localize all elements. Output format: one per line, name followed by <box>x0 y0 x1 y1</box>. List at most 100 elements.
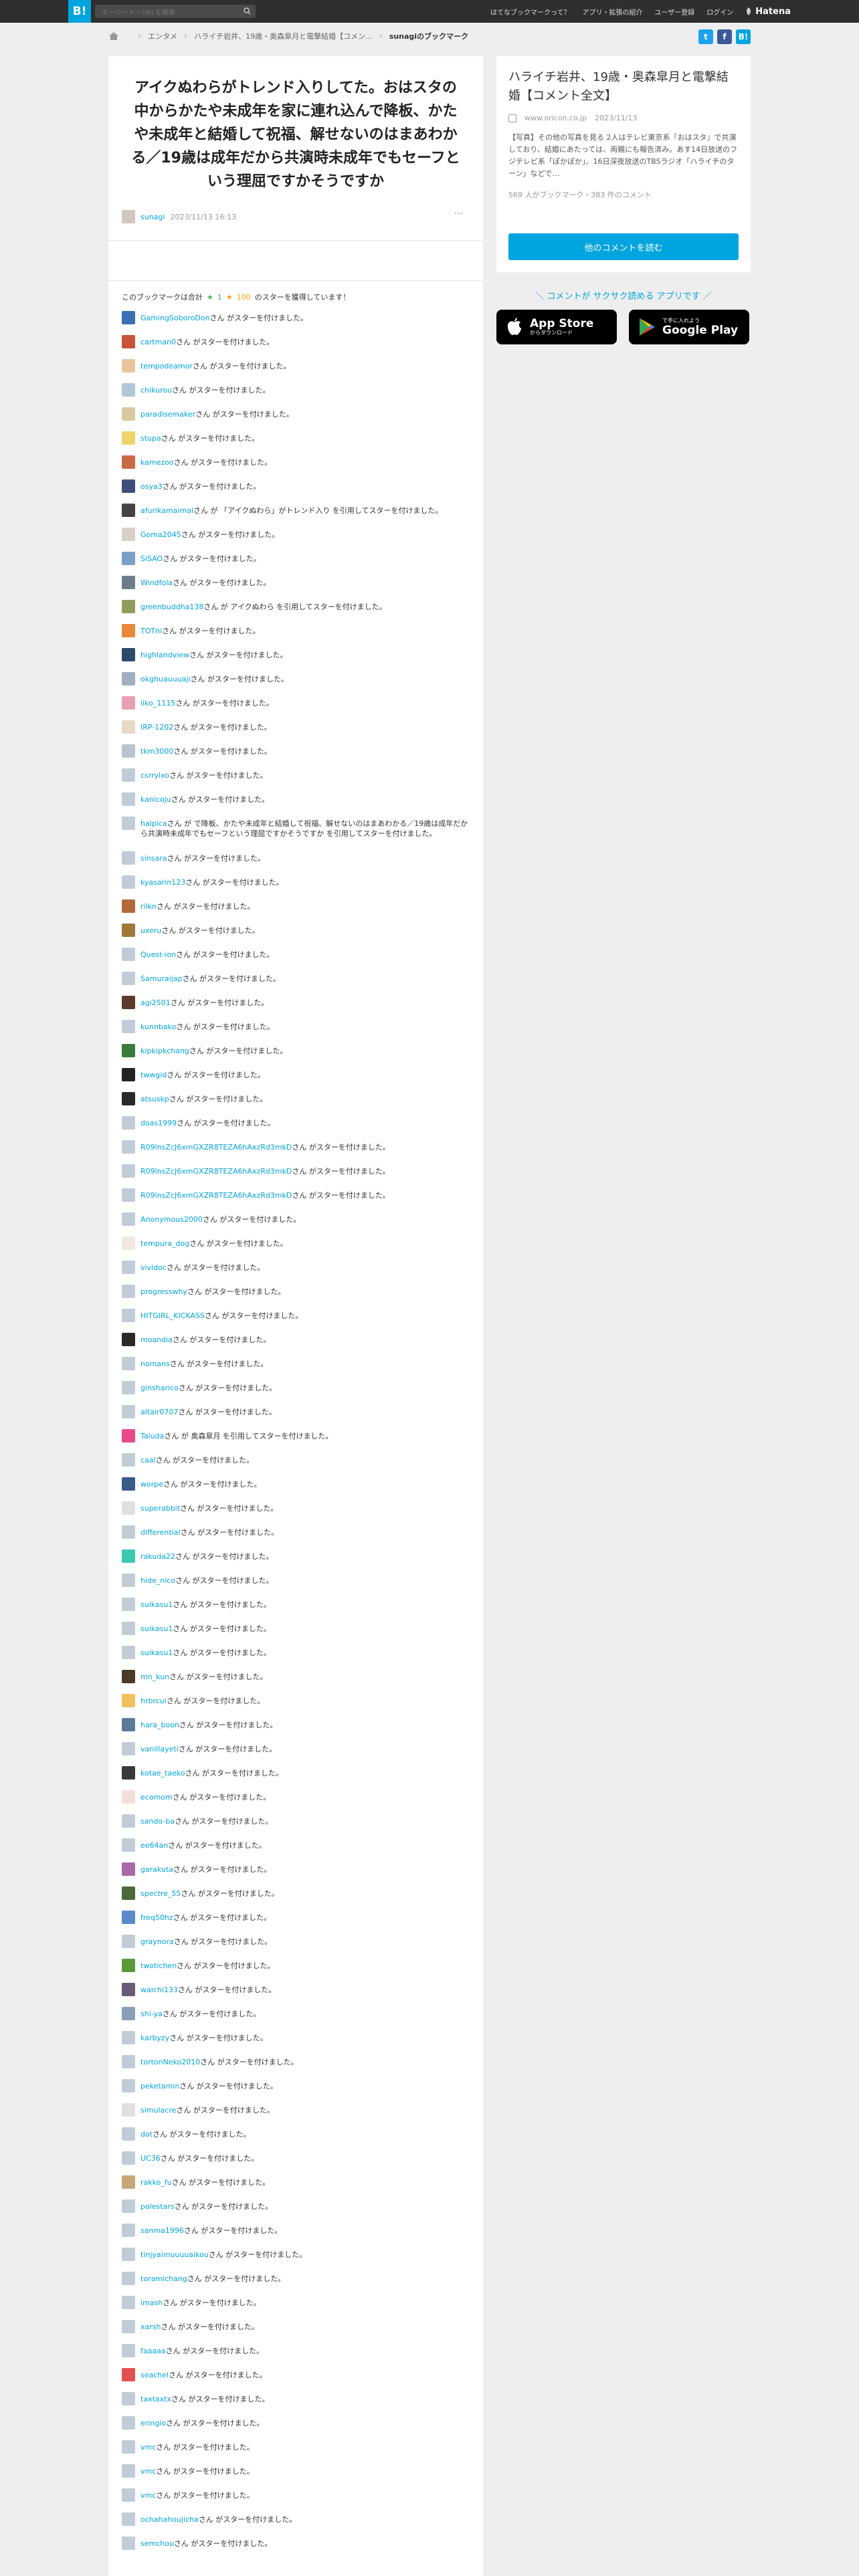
hatena-brand-link[interactable]: Hatena <box>745 7 791 17</box>
avatar[interactable] <box>122 792 135 806</box>
star-username[interactable]: kamezoo <box>140 458 174 467</box>
star-username[interactable]: hara_boon <box>140 1721 179 1729</box>
star-username[interactable]: simulacre <box>140 2106 176 2115</box>
entry-domain[interactable]: www.oricon.co.jp <box>524 114 587 122</box>
avatar[interactable] <box>122 1694 135 1707</box>
star-username[interactable]: twwgid <box>140 1071 167 1079</box>
star-username[interactable]: spectre_55 <box>140 1889 181 1898</box>
avatar[interactable] <box>122 2488 135 2502</box>
avatar[interactable] <box>122 2151 135 2165</box>
avatar[interactable] <box>122 1140 135 1154</box>
star-username[interactable]: mn_kun <box>140 1673 169 1681</box>
avatar[interactable] <box>122 335 135 348</box>
avatar[interactable] <box>122 648 135 661</box>
star-username[interactable]: worpe <box>140 1480 163 1489</box>
avatar[interactable] <box>122 1646 135 1659</box>
star-username[interactable]: paradisemaker <box>140 410 195 419</box>
star-username[interactable]: GamingSoboroDon <box>140 314 210 322</box>
avatar[interactable] <box>122 1381 135 1394</box>
avatar[interactable] <box>122 720 135 734</box>
avatar[interactable] <box>122 1068 135 1081</box>
avatar[interactable] <box>122 1453 135 1467</box>
avatar[interactable] <box>122 1333 135 1346</box>
nav-about[interactable]: はてなブックマークって？ <box>490 7 571 17</box>
avatar[interactable] <box>122 899 135 913</box>
star-username[interactable]: kipkipkchang <box>140 1047 189 1055</box>
avatar[interactable] <box>122 2248 135 2261</box>
star-username[interactable]: ochahahoujicha <box>140 2515 199 2524</box>
avatar[interactable] <box>122 2031 135 2044</box>
breadcrumb-category[interactable]: エンタメ <box>148 31 177 41</box>
avatar[interactable] <box>122 1188 135 1202</box>
star-username[interactable]: graynora <box>140 1937 174 1946</box>
avatar[interactable] <box>122 1429 135 1442</box>
star-username[interactable]: hide_nico <box>140 1576 175 1585</box>
avatar[interactable] <box>122 407 135 421</box>
star-username[interactable]: kotae_taeko <box>140 1769 185 1778</box>
avatar[interactable] <box>122 1622 135 1635</box>
star-username[interactable]: sinsara <box>140 854 167 863</box>
avatar[interactable] <box>122 924 135 937</box>
star-username[interactable]: tempura_dog <box>140 1239 189 1248</box>
app-store-badge[interactable]: App Store からダウンロード <box>496 310 617 344</box>
avatar[interactable] <box>122 948 135 961</box>
star-username[interactable]: vanillayeti <box>140 1745 179 1753</box>
avatar[interactable] <box>122 672 135 685</box>
star-username[interactable]: okghuauuuaji <box>140 675 191 683</box>
star-username[interactable]: polestars <box>140 2202 175 2211</box>
star-username[interactable]: xarsh <box>140 2323 161 2331</box>
avatar[interactable] <box>122 2103 135 2117</box>
bookmark-date[interactable]: 2023/11/13 16:13 <box>170 213 236 221</box>
avatar[interactable] <box>122 1477 135 1491</box>
star-username[interactable]: tempodeamor <box>140 362 193 370</box>
star-username[interactable]: suikasu1 <box>140 1600 173 1609</box>
star-username[interactable]: afurikamaimai <box>140 506 193 515</box>
star-username[interactable]: hrbrcui <box>140 1697 167 1705</box>
avatar[interactable] <box>122 2175 135 2189</box>
star-username[interactable]: toramichang <box>140 2274 187 2283</box>
avatar[interactable] <box>122 1212 135 1226</box>
avatar[interactable] <box>122 2440 135 2454</box>
avatar[interactable] <box>122 2464 135 2478</box>
star-username[interactable]: atsuskp <box>140 1095 169 1103</box>
avatar[interactable] <box>122 875 135 889</box>
avatar[interactable] <box>122 1862 135 1876</box>
avatar[interactable] <box>122 1261 135 1274</box>
avatar[interactable] <box>122 2079 135 2092</box>
star-username[interactable]: imash <box>140 2298 163 2307</box>
avatar[interactable] <box>122 2272 135 2285</box>
avatar[interactable] <box>122 1549 135 1563</box>
star-username[interactable]: superabbit <box>140 1504 180 1513</box>
star-username[interactable]: progresswhy <box>140 1287 187 1296</box>
avatar[interactable] <box>122 1309 135 1322</box>
avatar[interactable] <box>122 2127 135 2141</box>
avatar[interactable] <box>122 2537 135 2550</box>
star-username[interactable]: greenbuddha138 <box>140 603 203 611</box>
avatar[interactable] <box>122 311 135 324</box>
avatar[interactable] <box>122 972 135 985</box>
avatar[interactable] <box>122 1116 135 1130</box>
star-username[interactable]: vmc <box>140 2467 156 2476</box>
star-username[interactable]: vividoc <box>140 1263 167 1272</box>
star-username[interactable]: iiko_1115 <box>140 699 175 708</box>
avatar[interactable] <box>122 1237 135 1250</box>
avatar[interactable] <box>122 2055 135 2068</box>
search-input[interactable] <box>95 6 235 20</box>
avatar[interactable] <box>122 1598 135 1611</box>
avatar[interactable] <box>122 1911 135 1924</box>
avatar[interactable] <box>122 1838 135 1852</box>
star-username[interactable]: eringio <box>140 2419 166 2428</box>
avatar[interactable] <box>122 1020 135 1033</box>
avatar[interactable] <box>122 1790 135 1804</box>
google-play-badge[interactable]: で手に入れよう Google Play <box>629 310 749 344</box>
avatar[interactable] <box>122 359 135 372</box>
star-username[interactable]: halpica <box>140 819 167 828</box>
more-menu-icon[interactable]: ··· <box>454 209 463 219</box>
avatar[interactable] <box>122 431 135 445</box>
avatar[interactable] <box>122 455 135 469</box>
star-username[interactable]: moandia <box>140 1335 173 1344</box>
nav-register[interactable]: ユーザー登録 <box>654 7 694 17</box>
star-username[interactable]: ginsharico <box>140 1384 179 1392</box>
star-username[interactable]: dot <box>140 2130 153 2139</box>
star-username[interactable]: twotichen <box>140 1961 177 1970</box>
